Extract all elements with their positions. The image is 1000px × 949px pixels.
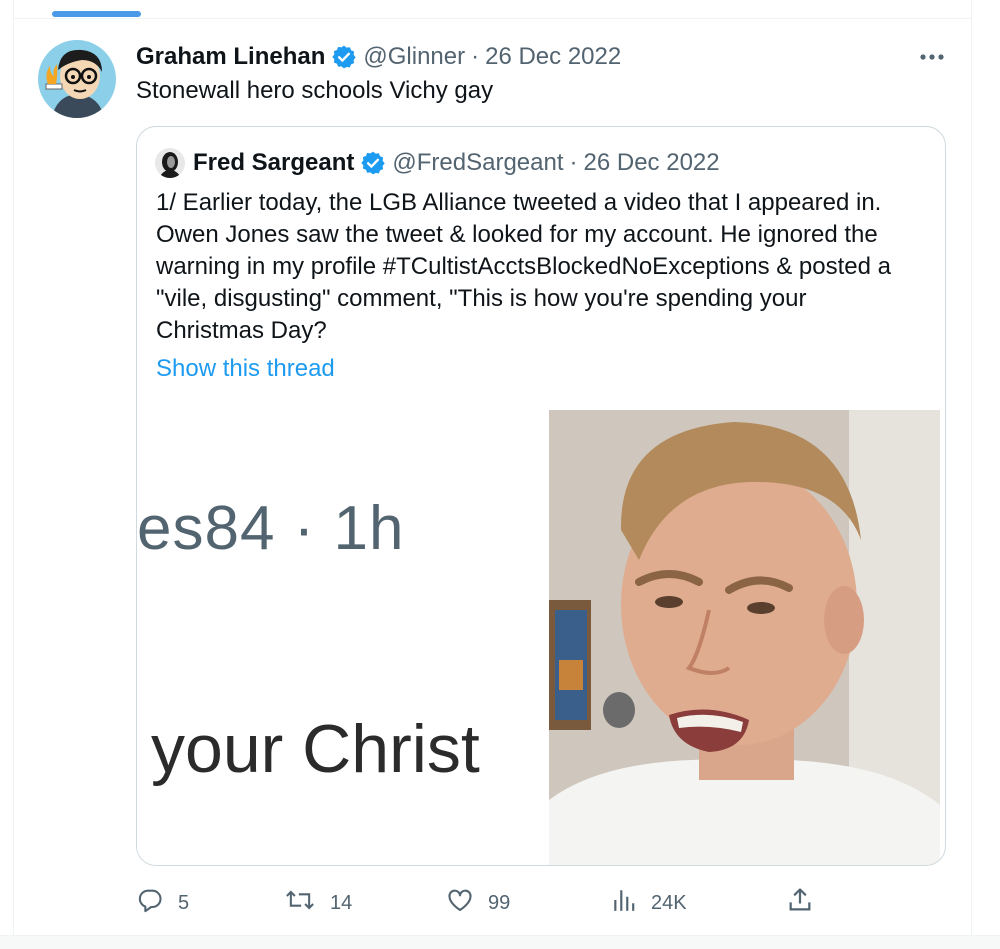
like-button[interactable]: 99 — [446, 886, 510, 920]
quote-text-line: Christmas Day? — [156, 317, 327, 344]
quote-text: 1/ Earlier today, the LGB Alliance tweet… — [156, 187, 936, 347]
quote-text-line: "vile, disgusting" comment, "This is how… — [156, 285, 807, 312]
quote-header: Fred Sargeant @FredSargeant · 26 Dec 202… — [155, 147, 720, 179]
timeline-right-border — [971, 0, 972, 948]
like-count: 99 — [488, 891, 511, 914]
quote-author-name: Fred Sargeant — [193, 149, 355, 176]
views-chart-icon — [611, 887, 651, 919]
more-icon[interactable] — [915, 42, 949, 72]
media-photo[interactable] — [549, 410, 940, 865]
tab-indicator — [52, 11, 141, 17]
views-button[interactable]: 24K — [611, 886, 687, 920]
quote-date: 26 Dec 2022 — [583, 149, 720, 176]
reply-count: 5 — [178, 891, 190, 914]
reply-button[interactable]: 5 — [136, 886, 189, 920]
verified-badge-icon — [331, 44, 357, 70]
reply-icon — [136, 886, 178, 920]
timeline-left-border — [13, 0, 14, 948]
retweet-button[interactable]: 14 — [284, 886, 352, 920]
heart-icon — [446, 886, 488, 920]
quote-text-line: 1/ Earlier today, the LGB Alliance tweet… — [156, 189, 882, 216]
author-avatar[interactable] — [38, 40, 116, 118]
author-name[interactable]: Graham Linehan — [136, 43, 325, 71]
quote-header-separator: · — [569, 149, 578, 176]
tweet-header: Graham Linehan @Glinner · 26 Dec 2022 — [136, 40, 621, 74]
top-divider — [13, 18, 971, 19]
quote-author-avatar — [155, 148, 185, 178]
view-count: 24K — [651, 891, 687, 914]
quote-author-handle: @FredSargeant — [392, 149, 564, 176]
zoomed-text-top: es84 · 1h — [137, 494, 405, 563]
verified-badge-icon — [360, 150, 386, 176]
author-handle[interactable]: @Glinner — [363, 43, 465, 71]
media-zoomed-text-image[interactable]: es84 · 1h your Christ — [137, 410, 550, 865]
bottom-divider — [0, 935, 1000, 949]
retweet-count: 14 — [330, 891, 353, 914]
quote-text-line: warning in my profile #TCultistAcctsBloc… — [156, 253, 891, 280]
tweet-text: Stonewall hero schools Vichy gay — [136, 77, 494, 104]
retweet-icon — [284, 886, 330, 920]
show-thread-link[interactable]: Show this thread — [156, 355, 335, 383]
tweet-date[interactable]: 26 Dec 2022 — [485, 43, 621, 71]
header-separator: · — [471, 43, 480, 70]
quote-text-line: Owen Jones saw the tweet & looked for my… — [156, 221, 878, 248]
zoomed-text-bottom: your Christ — [151, 711, 480, 787]
share-icon — [786, 886, 828, 920]
quote-tweet-card[interactable]: Fred Sargeant @FredSargeant · 26 Dec 202… — [136, 126, 946, 866]
share-button[interactable] — [786, 886, 828, 920]
tweet-actions: 5 14 99 24K — [0, 886, 1000, 920]
